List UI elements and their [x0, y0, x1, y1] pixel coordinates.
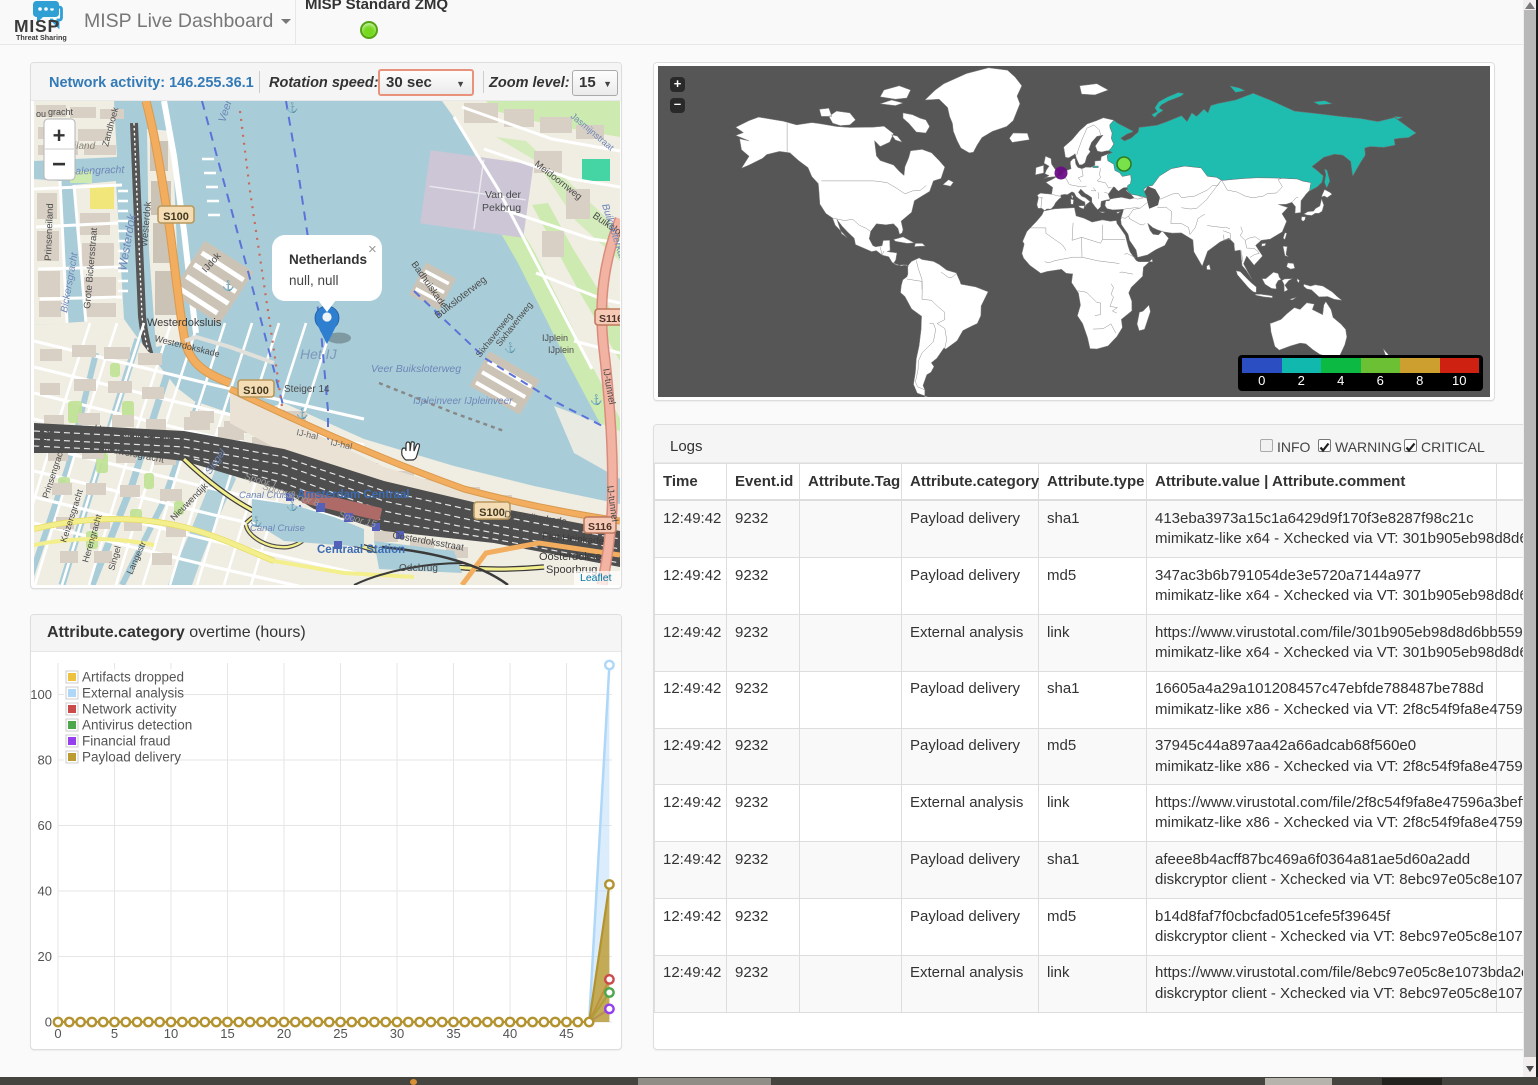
svg-text:S100: S100	[163, 211, 189, 223]
svg-text:0: 0	[54, 1026, 61, 1041]
svg-text:Canal Cruise: Canal Cruise	[250, 523, 305, 534]
svg-text:⚓: ⚓	[222, 279, 234, 292]
svg-text:S100: S100	[479, 507, 505, 519]
svg-text:ou: ou	[36, 109, 46, 119]
svg-text:35: 35	[446, 1026, 460, 1041]
svg-text:IJpleinveer IJpleinveer: IJpleinveer IJpleinveer	[413, 396, 513, 407]
svg-text:15: 15	[220, 1026, 234, 1041]
svg-text:10: 10	[164, 1026, 178, 1041]
svg-text:60: 60	[38, 818, 52, 833]
svg-text:Network activity: Network activity	[82, 702, 177, 717]
svg-text:30: 30	[390, 1026, 404, 1041]
svg-text:Netherlands: Netherlands	[289, 252, 367, 267]
svg-text:40: 40	[503, 1026, 517, 1041]
svg-text:5: 5	[111, 1026, 118, 1041]
svg-text:⚓: ⚓	[296, 407, 308, 420]
svg-text:+: +	[53, 123, 66, 148]
svg-text:S100: S100	[243, 385, 269, 397]
svg-text:S116: S116	[588, 521, 612, 533]
svg-text:Prinseneiland: Prinseneiland	[43, 203, 56, 261]
svg-text:Westerdoksluis: Westerdoksluis	[147, 317, 222, 329]
svg-text:IJplein: IJplein	[548, 345, 574, 355]
svg-text:⚓: ⚓	[590, 393, 602, 406]
svg-text:40: 40	[38, 884, 52, 899]
svg-text:Het IJ: Het IJ	[300, 346, 338, 362]
svg-text:0: 0	[45, 1015, 52, 1030]
svg-text:20: 20	[38, 949, 52, 964]
svg-text:20: 20	[277, 1026, 291, 1041]
svg-text:25: 25	[333, 1026, 347, 1041]
svg-text:Oosterdokse: Oosterdokse	[539, 551, 601, 563]
svg-text:Threat Sharing: Threat Sharing	[16, 33, 67, 42]
svg-text:Artifacts dropped: Artifacts dropped	[82, 670, 184, 685]
svg-text:Payload delivery: Payload delivery	[82, 750, 181, 765]
svg-text:External analysis: External analysis	[82, 686, 184, 701]
svg-text:Antivirus detection: Antivirus detection	[82, 718, 192, 733]
svg-text:Odebrug: Odebrug	[399, 563, 438, 574]
svg-text:Financial fraud: Financial fraud	[82, 734, 171, 749]
svg-text:iland: iland	[74, 141, 96, 152]
svg-text:80: 80	[38, 753, 52, 768]
svg-text:null, null: null, null	[289, 273, 339, 288]
svg-text:gracht: gracht	[48, 107, 74, 117]
svg-text:Centraal Station: Centraal Station	[317, 544, 405, 556]
svg-text:Veer Buiksloterweg: Veer Buiksloterweg	[371, 363, 461, 375]
svg-text:100: 100	[31, 687, 52, 702]
svg-text:⚓: ⚓	[286, 101, 298, 114]
svg-text:Pekbrug: Pekbrug	[482, 202, 521, 214]
svg-text:45: 45	[559, 1026, 573, 1041]
svg-text:×: ×	[368, 241, 377, 258]
svg-text:⚓: ⚓	[504, 341, 516, 354]
svg-text:Steiger 14: Steiger 14	[284, 384, 330, 395]
svg-text:Van der: Van der	[485, 189, 521, 201]
svg-text:IJplein: IJplein	[542, 333, 568, 343]
svg-text:Leaflet: Leaflet	[580, 572, 612, 584]
svg-text:S116: S116	[599, 313, 620, 325]
svg-text:−: −	[52, 151, 66, 178]
